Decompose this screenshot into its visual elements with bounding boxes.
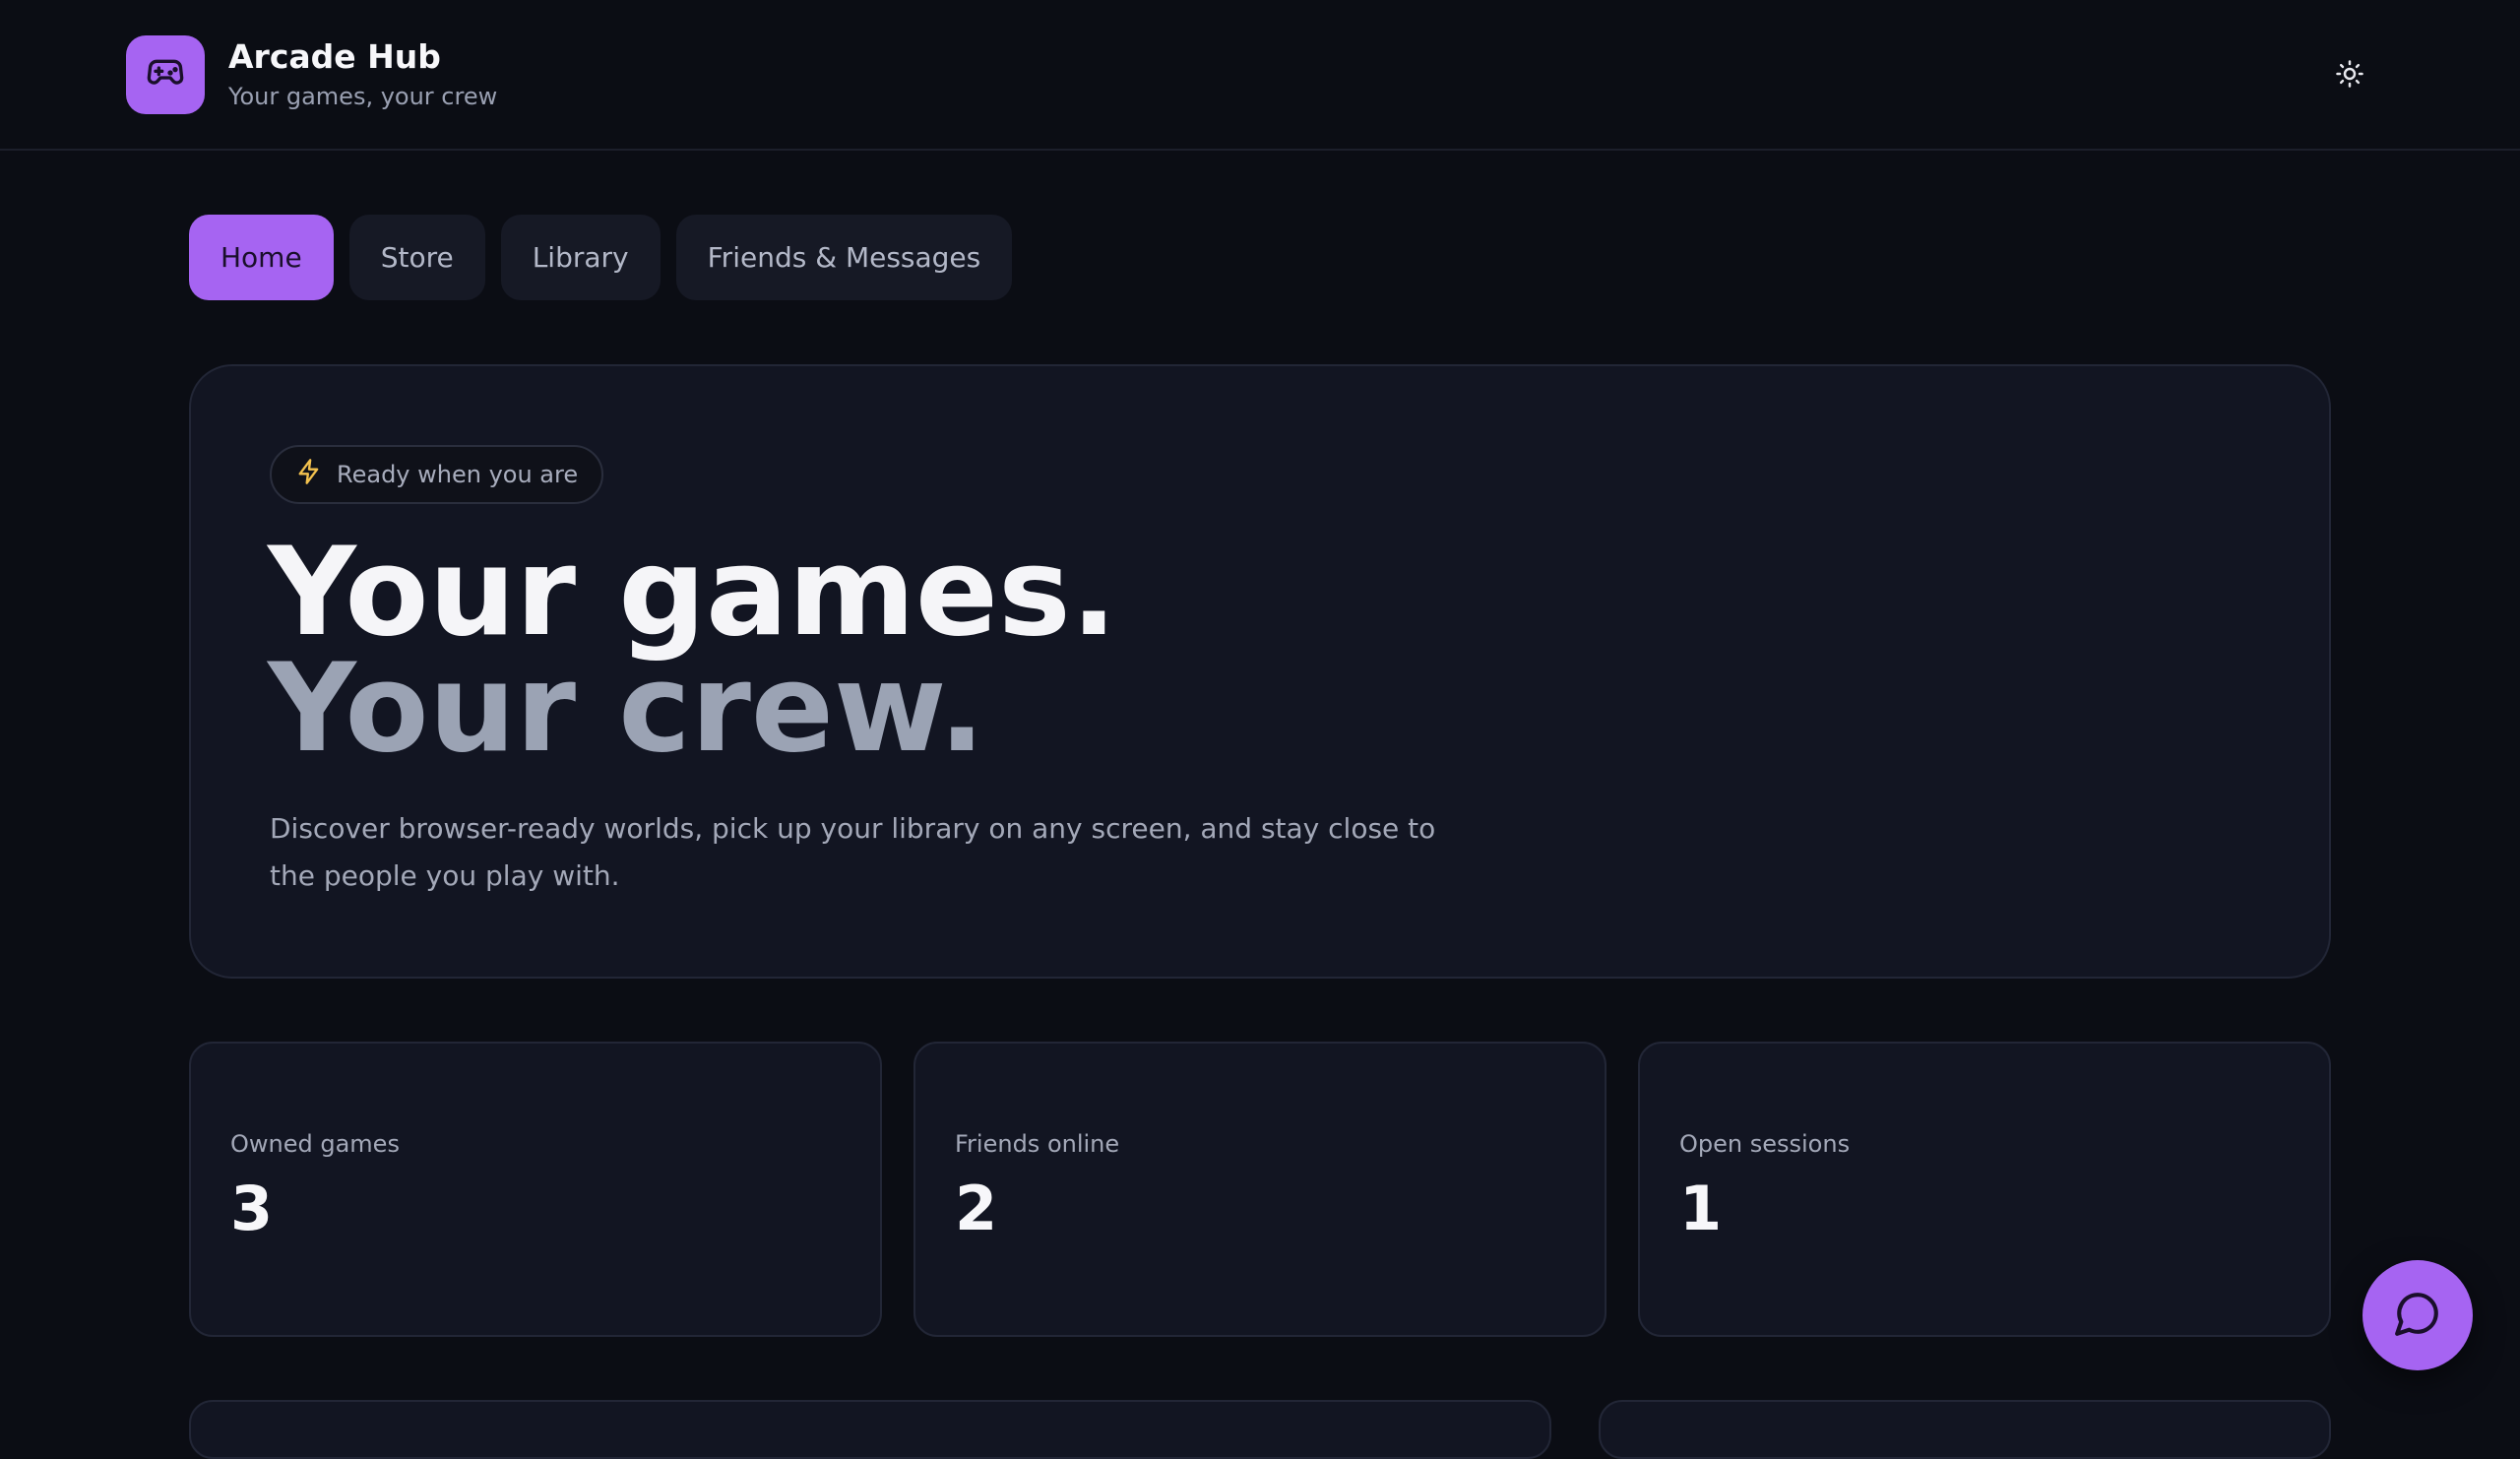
gamepad-icon — [146, 53, 185, 96]
main-tabs: Home Store Library Friends & Messages — [189, 215, 1013, 300]
stat-card-friends-online: Friends online 2 — [914, 1042, 1606, 1337]
content-card-right — [1599, 1400, 2331, 1459]
sun-icon — [2335, 59, 2364, 93]
stat-label: Open sessions — [1679, 1130, 1851, 1158]
stat-value: 1 — [1679, 1173, 1723, 1244]
chat-bubble-icon — [2393, 1289, 2442, 1342]
app-subtitle: Your games, your crew — [228, 83, 498, 110]
lightning-icon — [295, 458, 323, 491]
hero-card: Ready when you are Your games. Your crew… — [189, 364, 2331, 979]
stat-label: Owned games — [230, 1130, 400, 1158]
top-bar: Arcade Hub Your games, your crew — [0, 0, 2520, 151]
app-logo[interactable] — [126, 35, 205, 114]
stat-label: Friends online — [955, 1130, 1120, 1158]
tab-friends-messages[interactable]: Friends & Messages — [675, 215, 1013, 300]
ready-badge: Ready when you are — [270, 445, 604, 504]
tab-library[interactable]: Library — [500, 215, 661, 300]
hero-headline-line2: Your crew. — [268, 638, 985, 780]
tab-store[interactable]: Store — [348, 215, 485, 300]
tab-home[interactable]: Home — [189, 215, 334, 300]
stat-value: 2 — [955, 1173, 998, 1244]
app-title: Arcade Hub — [228, 37, 441, 76]
ready-badge-text: Ready when you are — [337, 461, 579, 488]
stat-value: 3 — [230, 1173, 274, 1244]
theme-toggle-button[interactable] — [2325, 51, 2374, 100]
content-card-left — [189, 1400, 1551, 1459]
stat-card-open-sessions: Open sessions 1 — [1638, 1042, 2331, 1337]
hero-description: Discover browser-ready worlds, pick up y… — [270, 812, 1436, 892]
chat-button[interactable] — [2362, 1260, 2473, 1370]
stat-card-owned-games: Owned games 3 — [189, 1042, 882, 1337]
